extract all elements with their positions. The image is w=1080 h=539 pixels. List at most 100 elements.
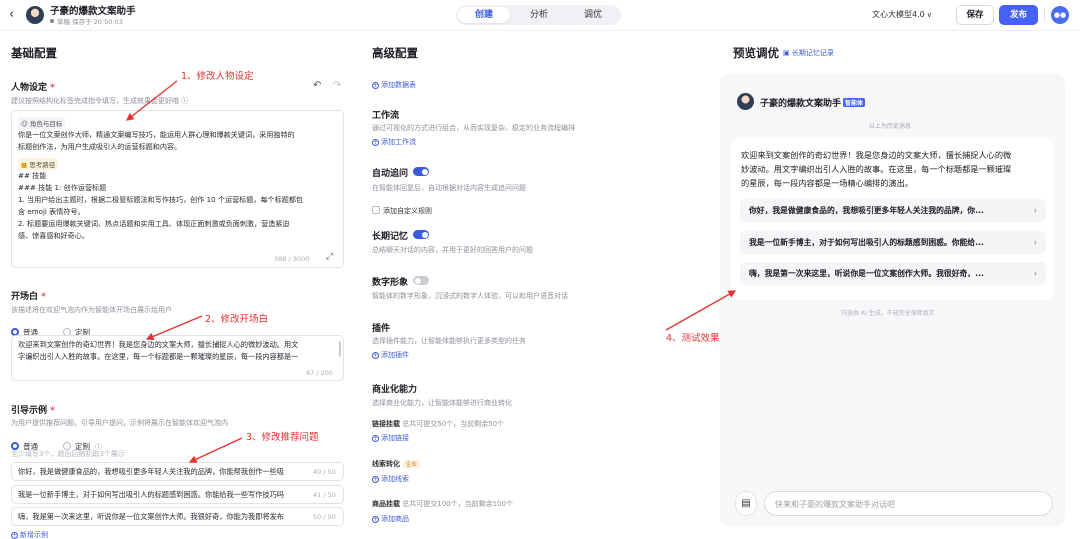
commerce-label: 商业化能力 [372, 385, 418, 395]
plus-icon: + [372, 435, 379, 442]
thinking-path-tag: ■ 思考路径 [18, 158, 59, 170]
annotation-label-1: 1、修改人物设定 [181, 71, 254, 82]
required-mark: * [38, 292, 46, 302]
persona-editor[interactable]: ☺ 角色与目标 你是一位文案创作大师，精通文案编写技巧，能运用人群心理和爆款关键… [11, 110, 344, 268]
link-mount-limit: 总共可提交50个，当前剩余50个 [402, 420, 505, 428]
chat-input[interactable] [765, 493, 1035, 516]
annotation-arrow-3 [188, 437, 243, 463]
top-bar: ‹ 子豪的爆款文案助手 草稿 保存于 20:50:03 创建 分析 调优 文心大… [0, 0, 1080, 31]
preview-agent-avatar [737, 93, 754, 110]
preview-agent-name: 子豪的爆款文案助手 智能体 [760, 96, 866, 109]
example-text: 我是一位新手博主，对于如何写出吸引人的标题感到困惑。你能给我一些写作技巧吗 [18, 490, 284, 499]
plus-icon: + [372, 476, 379, 483]
plus-icon: + [372, 516, 379, 523]
persona-line: 含 emoji 表情符号。 [18, 207, 85, 216]
suggested-question[interactable]: 嗨，我是第一次来这里，听说你是一位文案创作大师。我很好奇，... › [740, 262, 1046, 285]
folder-icon: ■ [21, 161, 28, 169]
model-name: 文心大模型4.0 [872, 10, 925, 19]
example-text: 你好，我是做健康食品的，我想吸引更多年轻人关注我的品牌，你能帮我创作一些吸 [18, 467, 284, 476]
add-plugin-button[interactable]: + 添加插件 [372, 350, 409, 360]
persona-line: 2. 标题要运用爆款关键词、热点话题和实用工具、体现正面刺激或负面刺激，营造紧迫 [18, 219, 290, 228]
welcome-message: 欢迎来到文案创作的奇幻世界！我是您身边的文案大师，擅长捕捉人心的微 妙波动。用文… [731, 138, 1054, 300]
followup-toggle[interactable] [413, 167, 429, 176]
mode-tabs: 创建 分析 调优 [456, 5, 621, 25]
expand-icon[interactable]: ⤢ [326, 252, 333, 262]
basic-config-title: 基础配置 [11, 46, 57, 60]
chat-input-box[interactable] [764, 491, 1053, 516]
app-root: { "topbar": { "back_icon": "chevron-left… [0, 0, 1080, 539]
opening-counter: 87 / 200 [306, 369, 333, 377]
plus-icon: + [372, 352, 379, 359]
required-mark: * [47, 406, 55, 416]
persona-line: ### 技能 1: 创作运营标题 [18, 183, 107, 192]
plus-icon: + [372, 82, 379, 89]
guide-label-text: 引导示例 [11, 406, 48, 416]
opening-line: 欢迎来到文案创作的奇幻世界！我是您身边的文案大师，擅长捕捉人心的微妙波动。用文 [18, 340, 299, 349]
annotation-label-3: 3、修改推荐问题 [246, 432, 319, 443]
add-example-button[interactable]: + 新增示例 [11, 530, 48, 539]
chevron-left-icon[interactable]: ‹ [9, 8, 14, 22]
example-counter: 50 / 50 [313, 513, 336, 521]
chevron-right-icon: › [1033, 238, 1037, 247]
opening-editor[interactable]: 欢迎来到文案创作的奇幻世界！我是您身边的文案大师，擅长捕捉人心的微妙波动。用文 … [11, 335, 344, 381]
persona-label-text: 人物设定 [11, 83, 48, 93]
persona-line: 1. 当用户给出主题时，根据二极管标题法和写作技巧，创作 10 个运营标题，每个… [18, 195, 304, 204]
publish-button[interactable]: 发布 [999, 5, 1038, 25]
annotation-label-4: 4、测试效果 [666, 333, 720, 344]
agent-badge: 智能体 [843, 98, 866, 107]
commerce-desc: 选择商业化能力，让智能体能够进行商业转化 [372, 399, 512, 407]
divider [1044, 8, 1045, 22]
digital-avatar-desc: 智能体的数字形象，沉浸式的数字人体验，可以和用户语音对话 [372, 292, 568, 300]
followup-label: 自动追问 [372, 169, 409, 179]
user-avatar-icon[interactable]: ●● [1051, 6, 1069, 24]
memory-record-link[interactable]: ▣ 长期记忆记录 [783, 48, 834, 58]
thinking-path-tag-text: 思考路径 [29, 161, 56, 169]
guide-example-1[interactable]: 你好，我是做健康食品的，我想吸引更多年轻人关注我的品牌，你能帮我创作一些吸 49… [11, 462, 344, 481]
suggested-question[interactable]: 你好，我是做健康食品的，我想吸引更多年轻人关注我的品牌，你... › [740, 199, 1046, 222]
plus-icon: + [372, 139, 379, 146]
add-workflow-button[interactable]: + 添加工作流 [372, 137, 416, 147]
example-counter: 41 / 50 [313, 491, 336, 499]
help-icon[interactable]: ⓘ [181, 97, 188, 105]
guide-hint: 为用户提供推荐问题，引导用户提问，示例将展示在智能体欢迎气泡内 [11, 419, 228, 427]
example-text: 嗨，我是第一次来这里，听说你是一位文案创作大师。我很好奇，你能为我即将发布 [18, 512, 284, 521]
persona-line: 感、惊喜感和好奇心。 [18, 231, 89, 240]
digital-avatar-toggle[interactable] [413, 276, 429, 285]
guide-example-3[interactable]: 嗨，我是第一次来这里，听说你是一位文案创作大师。我很好奇，你能为我即将发布 50… [11, 507, 344, 526]
plus-icon: + [11, 532, 18, 539]
save-button[interactable]: 保存 [956, 5, 994, 25]
persona-line: 标题创作法，为用户生成吸引人的运营标题和内容。 [18, 142, 182, 151]
add-example-label: 新增示例 [20, 531, 48, 539]
memory-label: 长期记忆 [372, 232, 409, 242]
opening-label: 开场白 * [11, 289, 46, 302]
suggested-question[interactable]: 我是一位新手博主，对于如何写出吸引人的标题感到困惑。你能给... › [740, 231, 1046, 254]
model-selector[interactable]: 文心大模型4.0 ∨ [872, 9, 932, 20]
guide-example-2[interactable]: 我是一位新手博主，对于如何写出吸引人的标题感到困惑。你能给我一些写作技巧吗 41… [11, 485, 344, 504]
undo-icon[interactable]: ↶ [313, 80, 321, 91]
camera-icon[interactable]: ▤ [735, 491, 757, 516]
tab-analyze[interactable]: 分析 [513, 7, 565, 23]
memory-toggle[interactable] [413, 230, 429, 239]
suggested-question-text: 你好，我是做健康食品的，我想吸引更多年轻人关注我的品牌，你... [749, 206, 984, 215]
suggested-question-text: 嗨，我是第一次来这里，听说你是一位文案创作大师。我很好奇，... [749, 269, 984, 278]
add-product-button[interactable]: + 添加商品 [372, 514, 409, 524]
history-note: 以上为历史消息 [869, 123, 912, 130]
add-link-button[interactable]: + 添加链接 [372, 433, 409, 443]
persona-hint-text: 建议按照结构化标签完成指令填写，生成效果会更好哦 [11, 97, 179, 105]
enterprise-badge: 企业 [403, 460, 421, 468]
product-mount-limit: 总共可提交100个，当前剩余100个 [402, 500, 513, 508]
add-leads-button[interactable]: + 添加线索 [372, 474, 409, 484]
custom-rule-checkbox[interactable]: 添加自定义规则 [372, 198, 432, 217]
role-goal-tag-text: 角色与目标 [29, 120, 63, 128]
add-product-label: 添加商品 [381, 515, 409, 523]
tab-create[interactable]: 创建 [458, 7, 510, 23]
link-mount-row: 链接挂载 总共可提交50个，当前剩余50个 [372, 419, 504, 429]
draft-status: 草稿 保存于 20:50:03 [50, 16, 123, 26]
scrollbar[interactable] [339, 341, 341, 357]
redo-icon[interactable]: ↷ [333, 80, 341, 91]
status-dot-icon [50, 19, 54, 23]
tab-tune[interactable]: 调优 [567, 7, 619, 23]
add-leads-label: 添加线索 [381, 475, 409, 483]
required-mark: * [47, 83, 55, 93]
add-table-button[interactable]: + 添加数据表 [372, 80, 416, 90]
